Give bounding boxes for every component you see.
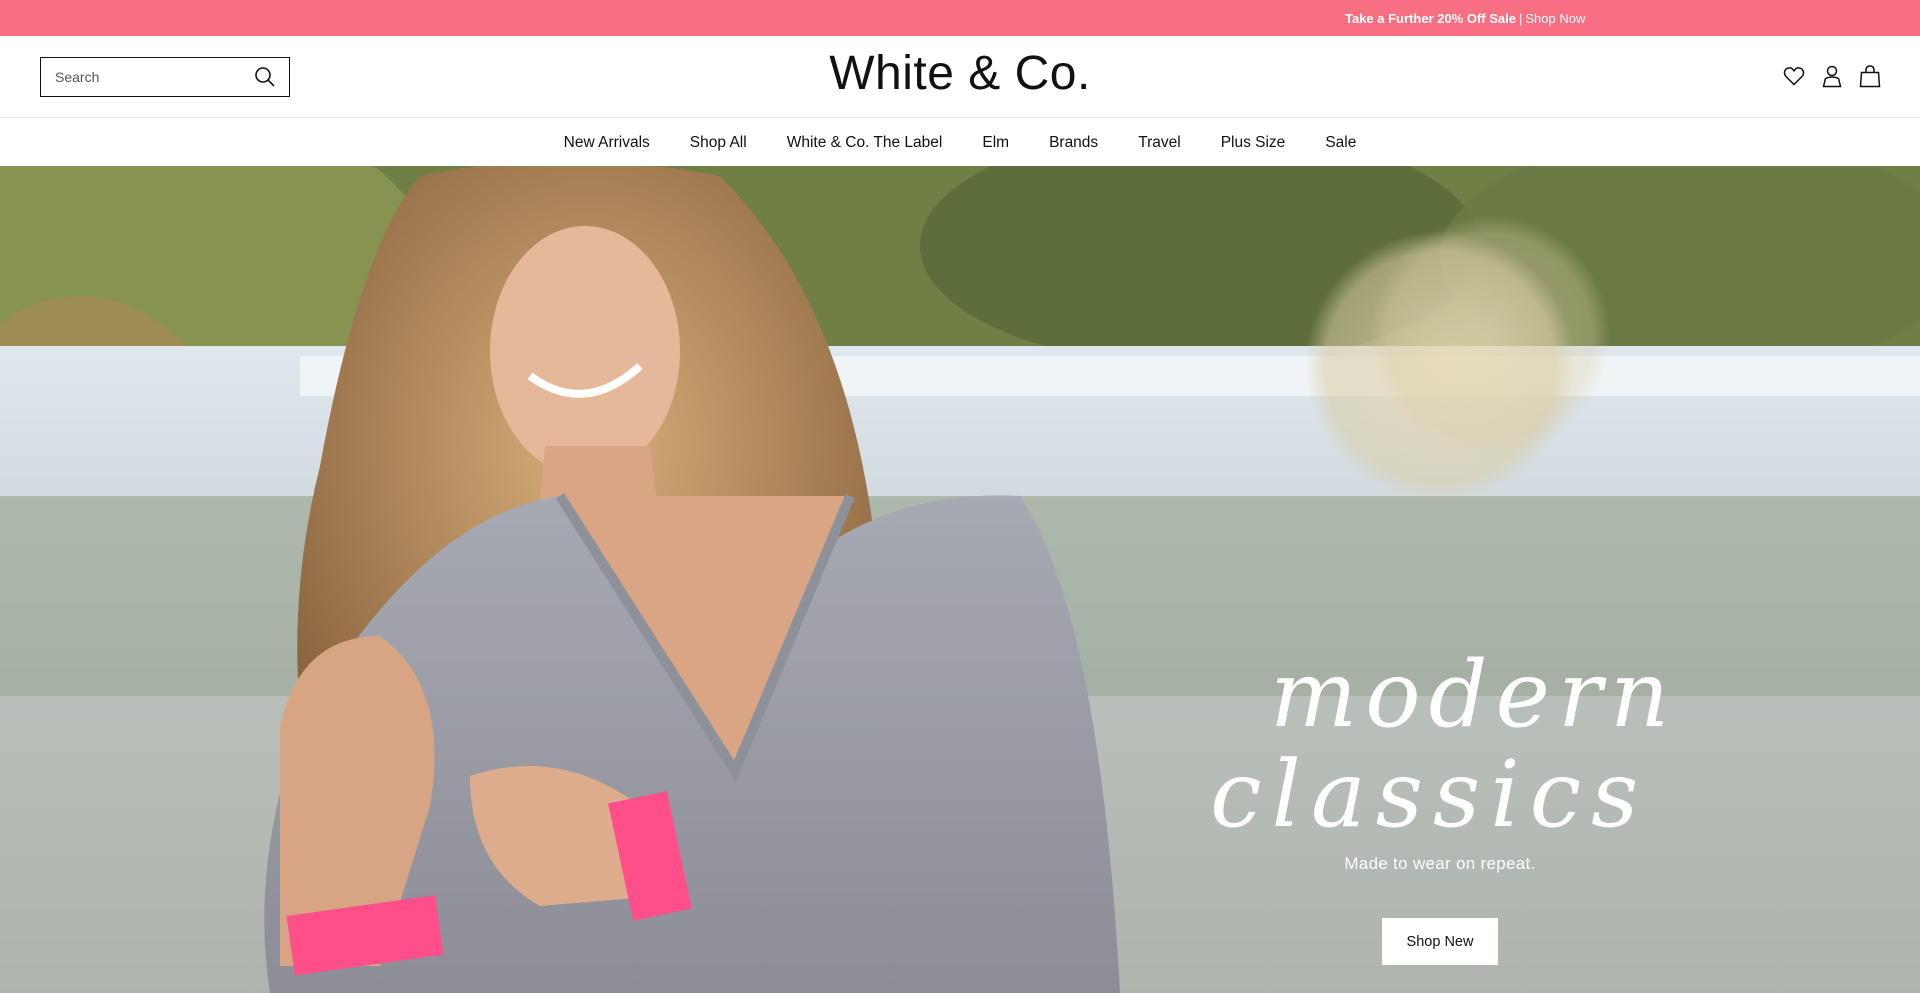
promo-offer-text[interactable]: Take a Further 20% Off Sale — [1345, 11, 1516, 26]
hero-title-line-2: classics — [1210, 741, 1648, 836]
cart-button[interactable] — [1858, 62, 1882, 90]
nav-item-new-arrivals[interactable]: New Arrivals — [564, 134, 650, 152]
promo-shop-now-link[interactable]: Shop Now — [1525, 11, 1585, 26]
nav-item-sale[interactable]: Sale — [1325, 134, 1356, 152]
search-icon[interactable] — [253, 65, 277, 89]
nav-item-brands[interactable]: Brands — [1049, 134, 1098, 152]
wishlist-button[interactable] — [1782, 62, 1806, 90]
nav-item-shop-all[interactable]: Shop All — [690, 134, 747, 152]
nav-item-elm[interactable]: Elm — [982, 134, 1009, 152]
promo-separator: | — [1519, 11, 1523, 26]
search-input[interactable] — [55, 67, 245, 87]
site-logo[interactable]: White & Co. — [760, 46, 1160, 101]
account-button[interactable] — [1820, 62, 1844, 90]
site-header: White & Co. — [0, 36, 1920, 118]
promo-message[interactable]: Take a Further 20% Off Sale | Shop Now — [1345, 11, 1585, 26]
hero-subtitle: Made to wear on repeat. — [1344, 854, 1536, 873]
promo-bar: Take a Further 20% Off Sale | Shop Now — [0, 0, 1920, 36]
nav-list: New Arrivals Shop All White & Co. The La… — [0, 119, 1920, 166]
hero-banner: modern classics Made to wear on repeat. … — [0, 166, 1920, 993]
shop-new-button[interactable]: Shop New — [1382, 918, 1498, 965]
heart-icon — [1783, 67, 1805, 86]
nav-item-the-label[interactable]: White & Co. The Label — [787, 134, 943, 152]
nav-item-plus-size[interactable]: Plus Size — [1221, 134, 1286, 152]
search-box — [40, 57, 290, 97]
main-nav: New Arrivals Shop All White & Co. The La… — [0, 119, 1920, 166]
account-icon — [1822, 65, 1842, 88]
hero-title: modern classics — [1210, 641, 1677, 836]
bag-icon — [1859, 65, 1881, 88]
nav-item-travel[interactable]: Travel — [1138, 134, 1181, 152]
hero-title-line-1: modern — [1270, 641, 1677, 748]
header-icons — [1782, 62, 1882, 90]
